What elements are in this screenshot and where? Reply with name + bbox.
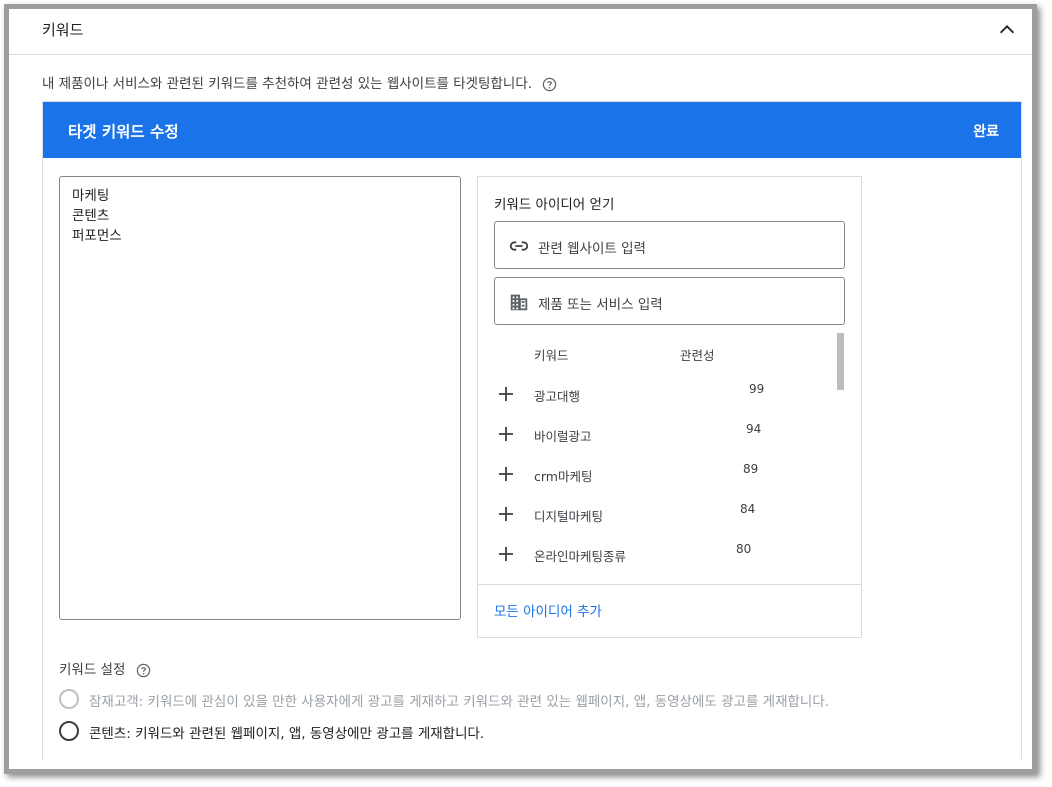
chevron-up-icon[interactable] xyxy=(996,19,1018,41)
description: 내 제품이나 서비스와 관련된 키워드를 추천하여 관련성 있는 웹사이트를 타… xyxy=(42,72,557,92)
product-input-placeholder: 제품 또는 서비스 입력 xyxy=(538,297,663,313)
keyword-line: 콘텐츠 xyxy=(72,208,110,224)
keyword-line: 마케팅 xyxy=(72,188,110,204)
suggestion-keyword: 광고대행 xyxy=(534,389,581,404)
panel-title: 키워드 xyxy=(42,21,84,39)
keyword-edit-box: 타겟 키워드 수정 완료 마케팅 콘텐츠 퍼포먼스 키워드 아이디어 얻기 관련… xyxy=(42,101,1022,759)
suggestion-row: 디지털마케팅 84 xyxy=(494,502,834,534)
keyword-panel: 키워드 내 제품이나 서비스와 관련된 키워드를 추천하여 관련성 있는 웹사이… xyxy=(4,4,1037,774)
plus-icon[interactable] xyxy=(496,384,516,404)
suggestion-row: 온라인마케팅종류 80 xyxy=(494,542,834,574)
keyword-line: 퍼포먼스 xyxy=(72,228,122,244)
column-header-keyword: 키워드 xyxy=(534,348,569,363)
description-text: 내 제품이나 서비스와 관련된 키워드를 추천하여 관련성 있는 웹사이트를 타… xyxy=(42,76,533,92)
radio-label-content: 콘텐츠: 키워드와 관련된 웹페이지, 앱, 동영상에만 광고를 게재합니다. xyxy=(89,726,485,742)
column-header-relevance: 관련성 xyxy=(680,348,715,363)
keyword-textarea[interactable]: 마케팅 콘텐츠 퍼포먼스 xyxy=(59,176,461,620)
website-input-placeholder: 관련 웹사이트 입력 xyxy=(538,241,646,257)
radio-button-audience[interactable] xyxy=(59,689,79,709)
ideas-footer-divider xyxy=(478,584,861,585)
product-input[interactable]: 제품 또는 서비스 입력 xyxy=(494,277,845,325)
ideas-title: 키워드 아이디어 얻기 xyxy=(494,197,615,213)
settings-title-text: 키워드 설정 xyxy=(59,662,126,678)
keyword-ideas-panel: 키워드 아이디어 얻기 관련 웹사이트 입력 제품 또는 서비스 입력 키워드 … xyxy=(477,176,862,638)
website-input[interactable]: 관련 웹사이트 입력 xyxy=(494,221,845,269)
suggestion-relevance: 94 xyxy=(746,422,762,436)
suggestion-relevance: 89 xyxy=(743,462,759,476)
suggestion-keyword: 온라인마케팅종류 xyxy=(534,549,627,564)
suggestion-row: 광고대행 99 xyxy=(494,382,834,414)
suggestion-row: crm마케팅 89 xyxy=(494,462,834,494)
edit-title: 타겟 키워드 수정 xyxy=(68,123,179,141)
suggestion-keyword: 디지털마케팅 xyxy=(534,509,604,524)
suggestion-row: 바이럴광고 94 xyxy=(494,422,834,454)
plus-icon[interactable] xyxy=(496,424,516,444)
keyword-settings-title: 키워드 설정 xyxy=(59,658,151,678)
plus-icon[interactable] xyxy=(496,544,516,564)
plus-icon[interactable] xyxy=(496,504,516,524)
link-icon xyxy=(509,241,529,251)
panel-header[interactable]: 키워드 xyxy=(9,9,1032,55)
building-icon xyxy=(510,294,528,311)
help-icon[interactable] xyxy=(542,77,557,92)
done-button[interactable]: 완료 xyxy=(973,121,999,141)
radio-button-content[interactable] xyxy=(59,721,79,741)
suggestion-relevance: 84 xyxy=(740,502,756,516)
scrollbar[interactable] xyxy=(837,333,844,390)
plus-icon[interactable] xyxy=(496,464,516,484)
suggestion-relevance: 99 xyxy=(749,382,765,396)
edit-header: 타겟 키워드 수정 완료 xyxy=(43,102,1021,158)
suggestion-keyword: 바이럴광고 xyxy=(534,429,592,444)
radio-label-audience: 잠재고객: 키워드에 관심이 있을 만한 사용자에게 광고를 게재하고 키워드와… xyxy=(89,694,830,710)
suggestion-keyword: crm마케팅 xyxy=(534,469,593,484)
help-icon[interactable] xyxy=(136,663,151,678)
suggestion-relevance: 80 xyxy=(736,542,752,556)
add-all-ideas-link[interactable]: 모든 아이디어 추가 xyxy=(494,600,602,620)
